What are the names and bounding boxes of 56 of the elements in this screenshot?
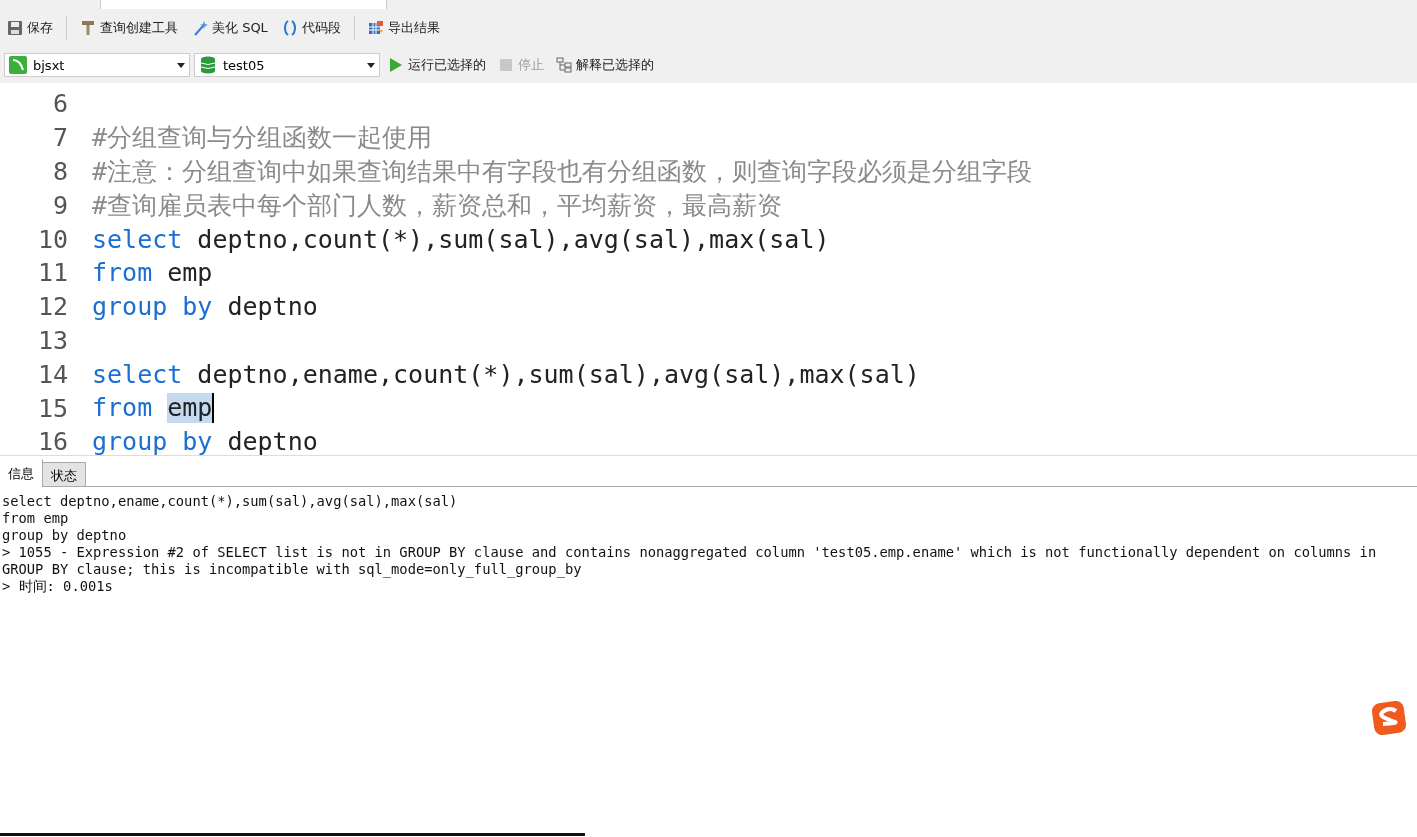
line-number: 13 xyxy=(36,325,68,355)
parentheses-icon xyxy=(281,20,298,36)
line-number: 14 xyxy=(36,359,68,389)
toolbar-button[interactable]: 保存 xyxy=(4,17,56,39)
toolbar-button[interactable]: 解释已选择的 xyxy=(552,54,658,76)
code-text: emp xyxy=(167,258,213,288)
toolbar-button[interactable]: 美化 SQL xyxy=(189,17,271,39)
line-number: 11 xyxy=(36,258,68,288)
code-text: deptno xyxy=(227,292,318,322)
ime-logo-icon xyxy=(1372,701,1406,735)
code-comment: #注意：分组查询中如果查询结果中有字段也有分组函数，则查询字段必须是分组字段 xyxy=(92,156,1033,188)
code-text: deptno,ename,count(*),sum(sal),avg(sal),max(sal) xyxy=(197,359,920,389)
database-dropdown[interactable]: test05 xyxy=(194,53,380,77)
hammer-icon xyxy=(80,20,96,36)
text-cursor xyxy=(212,393,215,424)
toolbar-button[interactable]: 运行已选择的 xyxy=(384,54,490,76)
line-number: 6 xyxy=(51,89,68,119)
table-export-icon xyxy=(367,20,384,36)
database-icon xyxy=(199,56,217,74)
sql-keyword: group by xyxy=(92,427,213,455)
sql-keyword: group by xyxy=(92,292,213,322)
message-line: > 时间: 0.001s xyxy=(2,578,114,595)
sql-keyword: select xyxy=(92,224,183,254)
sql-keyword: from xyxy=(92,258,153,288)
line-number: 7 xyxy=(51,123,68,153)
line-number: 8 xyxy=(51,157,68,186)
dropdown-caret-icon xyxy=(177,62,185,68)
play-icon xyxy=(388,57,404,73)
line-number: 16 xyxy=(36,427,68,455)
diagram-icon xyxy=(556,57,572,73)
line-number: 12 xyxy=(36,292,68,322)
code-text: deptno xyxy=(227,427,318,455)
message-line: group by deptno xyxy=(2,527,128,544)
selected-text: emp xyxy=(167,393,213,424)
message-line: > 1055 - Expression #2 of SELECT list is not in GROUP BY clause and contains nonaggregated column 'test05.emp.ename' which is not functionally dependent on columns in GROUP BY clause; this is incompatible with sql_mode=only_full_group_by xyxy=(2,544,1378,578)
result-tab[interactable]: 状态 xyxy=(42,462,86,486)
connection-icon xyxy=(9,56,27,74)
code-comment: #查询雇员表中每个部门人数，薪资总和，平均薪资，最高薪资 xyxy=(92,189,783,222)
toolbar-button[interactable]: 代码段 xyxy=(278,17,344,39)
editor-tab[interactable] xyxy=(100,0,387,10)
line-number: 10 xyxy=(36,224,68,254)
code-text: deptno,count(*),sum(sal),avg(sal),max(sal) xyxy=(197,224,830,254)
connection-dropdown[interactable]: bjsxt xyxy=(4,53,190,77)
sql-keyword: select xyxy=(92,359,183,389)
toolbar-button[interactable]: 导出结果 xyxy=(364,17,443,39)
line-number: 15 xyxy=(36,393,68,423)
dropdown-caret-icon xyxy=(367,62,375,68)
toolbar-button[interactable]: 查询创建工具 xyxy=(77,17,181,39)
stop-icon xyxy=(498,57,514,73)
code-comment: #分组查询与分组函数一起使用 xyxy=(92,122,433,155)
result-tab[interactable]: 信息 xyxy=(0,459,43,487)
message-line: from emp xyxy=(2,510,70,527)
line-number: 9 xyxy=(51,190,68,220)
magic-wand-icon xyxy=(192,20,208,36)
sql-keyword: from xyxy=(92,393,153,424)
message-line: select deptno,ename,count(*),sum(sal),avg(sal),max(sal) xyxy=(2,493,459,510)
